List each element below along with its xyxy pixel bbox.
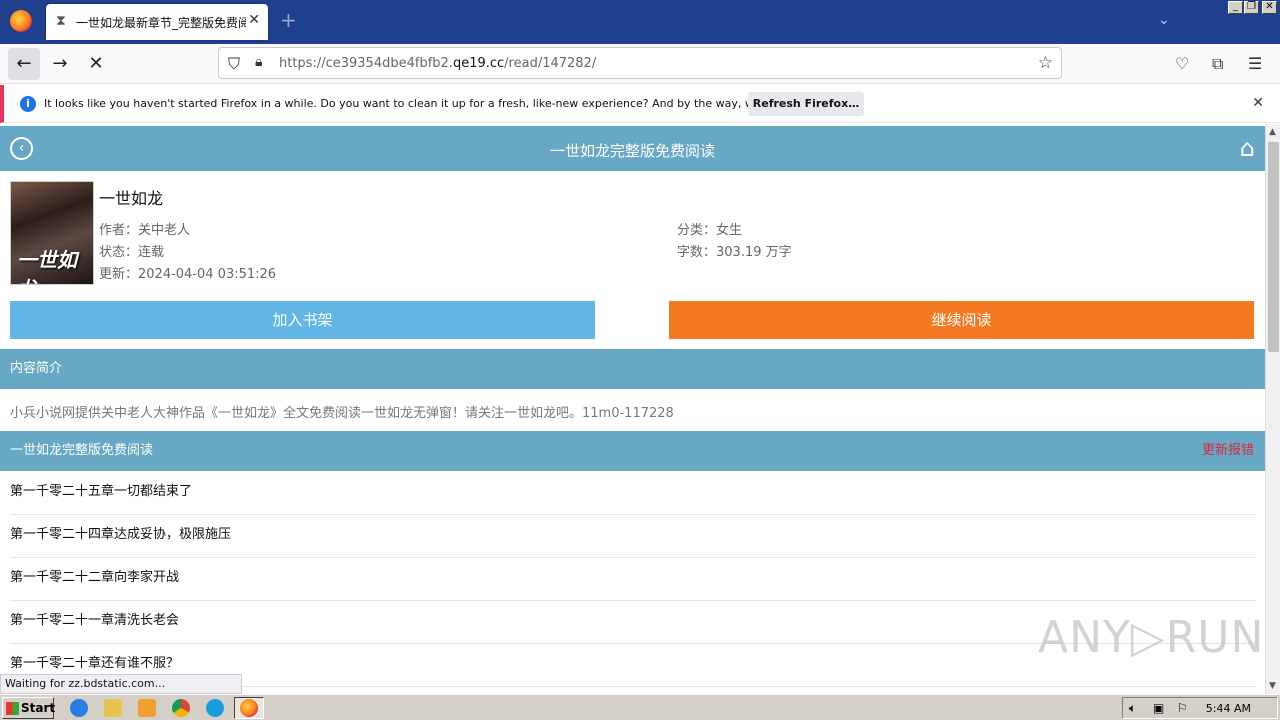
network-icon[interactable]: ▣	[1153, 701, 1164, 715]
extensions-icon[interactable]: ⧉	[1212, 54, 1223, 74]
chapter-link[interactable]: 第一千零二十四章达成妥协，极限施压	[10, 515, 1255, 558]
close-notification-icon[interactable]: ✕	[1252, 95, 1264, 111]
restore-window-button[interactable]: ❐	[1244, 1, 1259, 14]
list-all-tabs-icon[interactable]: ⌄	[1158, 12, 1170, 28]
close-window-button[interactable]: ✕	[1262, 1, 1277, 14]
home-icon[interactable]: ⌂	[1240, 134, 1255, 162]
url-path: /read/147282/	[504, 56, 597, 71]
minimize-window-button[interactable]: _	[1228, 1, 1243, 14]
url-text[interactable]: https://ce39354dbe4fbfb2.qe19.cc/read/14…	[279, 56, 596, 71]
anyrun-watermark: ANY▷RUN	[1038, 612, 1265, 663]
scroll-down-arrow-icon[interactable]: ▼	[1269, 681, 1276, 691]
vertical-scrollbar[interactable]: ▲ ▼	[1265, 124, 1280, 694]
chapters-heading-bar: 一世如龙完整版免费阅读 更新报错	[0, 431, 1265, 471]
add-to-shelf-button[interactable]: 加入书架	[10, 301, 595, 339]
firefox-taskbar-icon	[240, 699, 258, 717]
page-title: 一世如龙完整版免费阅读	[549, 142, 715, 160]
internet-explorer-icon[interactable]	[70, 699, 88, 717]
book-updated: 更新：2024-04-04 03:51:26	[99, 267, 277, 282]
tab-active[interactable]: ⧗ 一世如龙最新章节_完整版免费阅读 ✕	[46, 4, 268, 40]
tab-close-icon[interactable]: ✕	[248, 12, 260, 28]
windows-flag-icon	[6, 702, 19, 715]
status-bar: Waiting for zz.bdstatic.com...	[0, 674, 242, 694]
url-bar[interactable]: ⛉ 🔒︎ https://ce39354dbe4fbfb2.qe19.cc/re…	[218, 47, 1062, 79]
chapters-heading: 一世如龙完整版免费阅读	[10, 443, 154, 458]
url-prefix: https://ce39354dbe4fbfb2.	[279, 56, 453, 71]
intro-text: 小兵小说网提供关中老人大神作品《一世如龙》全文免费阅读一世如龙无弹窗！请关注一世…	[10, 406, 674, 421]
info-icon: i	[20, 96, 36, 112]
book-category: 分类：女生	[677, 223, 743, 238]
stop-loading-button[interactable]: ✕	[80, 48, 112, 80]
firefox-logo-icon[interactable]	[10, 10, 32, 32]
book-cover-image[interactable]: 一世如龙	[10, 181, 94, 285]
loading-hourglass-icon: ⧗	[56, 13, 66, 29]
windows-taskbar: Start 🔈︎ ▣ ⚐ 5:44 AM	[0, 694, 1280, 720]
tracking-protection-shield-icon[interactable]: ⛉	[228, 54, 240, 74]
media-player-icon[interactable]	[138, 699, 156, 717]
forward-button[interactable]: →	[44, 48, 76, 80]
edge-icon[interactable]	[206, 699, 224, 717]
scroll-up-arrow-icon[interactable]: ▲	[1269, 127, 1276, 137]
book-author: 作者：关中老人	[99, 223, 191, 238]
tab-title: 一世如龙最新章节_完整版免费阅读	[76, 16, 246, 30]
start-label: Start	[21, 701, 56, 715]
new-tab-icon[interactable]: +	[280, 10, 297, 30]
taskbar-firefox-button[interactable]	[234, 697, 264, 719]
action-center-flag-icon[interactable]: ⚐	[1177, 701, 1188, 715]
cover-title-text: 一世如龙	[17, 248, 77, 284]
url-domain: qe19.cc	[452, 56, 505, 71]
file-explorer-icon[interactable]	[104, 699, 122, 717]
report-error-link[interactable]: 更新报错	[1202, 431, 1254, 471]
chapter-link[interactable]: 第一千零二十五章一切都结束了	[10, 472, 1255, 515]
firefox-notification-bar: i It looks like you haven't started Fire…	[0, 85, 1280, 123]
system-tray: 🔈︎ ▣ ⚐ 5:44 AM	[1122, 697, 1278, 719]
chrome-icon[interactable]	[172, 699, 190, 717]
start-button[interactable]: Start	[2, 697, 56, 719]
pocket-icon[interactable]: ♡	[1175, 54, 1189, 73]
notification-text: It looks like you haven't started Firefo…	[44, 97, 828, 110]
refresh-firefox-button[interactable]: Refresh Firefox…	[748, 92, 864, 116]
page-content: ‹ 一世如龙完整版免费阅读 ⌂ 一世如龙 一世如龙 作者：关中老人 分类：女生 …	[0, 124, 1265, 694]
bookmark-star-icon[interactable]: ☆	[1038, 53, 1053, 73]
clock[interactable]: 5:44 AM	[1206, 702, 1251, 715]
menu-hamburger-icon[interactable]: ☰	[1248, 54, 1262, 73]
page-header: ‹ 一世如龙完整版免费阅读 ⌂	[0, 126, 1265, 171]
continue-reading-button[interactable]: 继续阅读	[669, 301, 1254, 339]
book-title: 一世如龙	[99, 189, 164, 208]
intro-heading: 内容简介	[0, 349, 1265, 389]
scroll-thumb[interactable]	[1268, 142, 1279, 352]
browser-tab-bar: ⧗ 一世如龙最新章节_完整版免费阅读 ✕ + ⌄ _ ❐ ✕	[0, 0, 1280, 44]
book-status: 状态：连载	[99, 245, 165, 260]
lock-icon[interactable]: 🔒︎	[255, 54, 262, 70]
back-button[interactable]: ←	[8, 48, 40, 80]
chapter-link[interactable]: 第一千零二十二章向李家开战	[10, 558, 1255, 601]
navigation-toolbar: ← → ✕ ⛉ 🔒︎ https://ce39354dbe4fbfb2.qe19…	[0, 44, 1280, 84]
book-word-count: 字数：303.19 万字	[677, 245, 792, 260]
volume-icon[interactable]: 🔈︎	[1129, 701, 1136, 716]
